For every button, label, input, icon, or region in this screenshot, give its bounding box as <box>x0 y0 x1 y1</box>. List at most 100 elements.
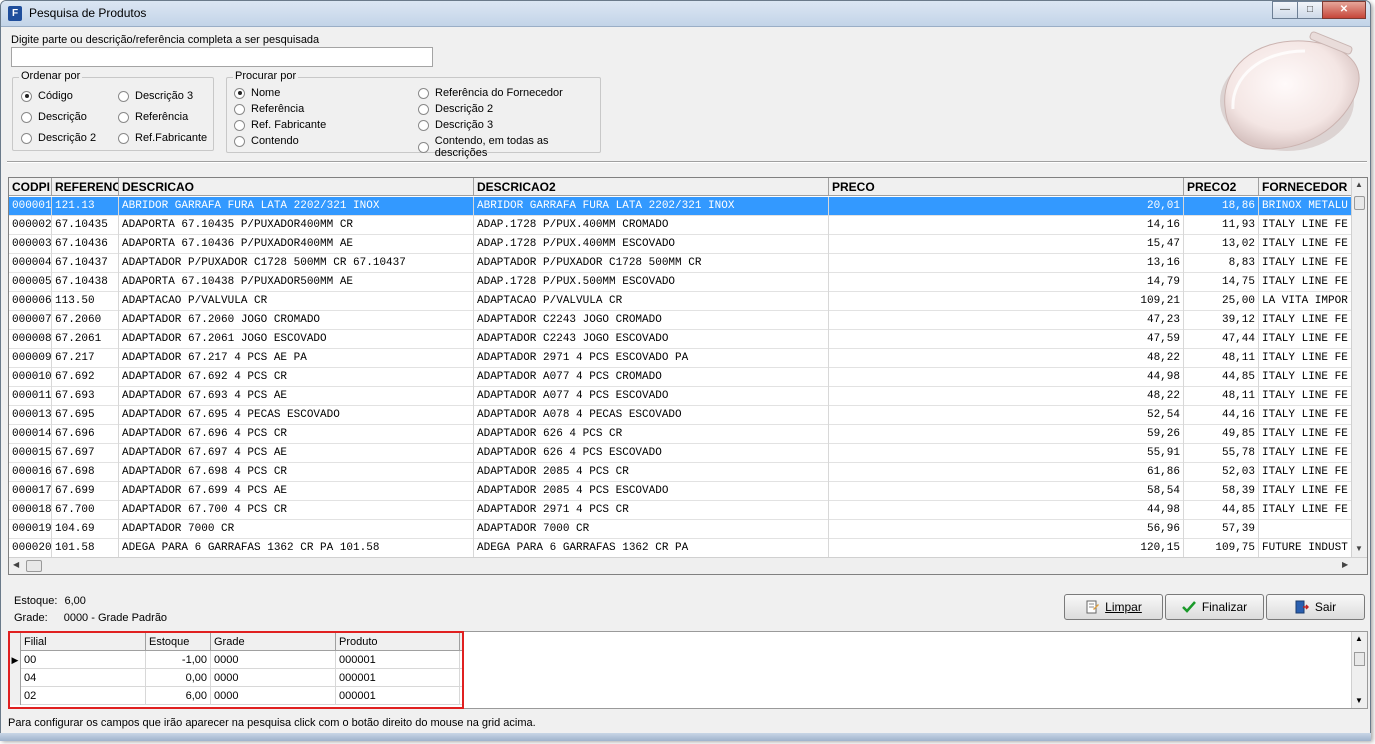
limpar-button[interactable]: Limpar <box>1064 594 1163 620</box>
cell-preco2[interactable]: 8,83 <box>1184 254 1259 273</box>
scroll-down-icon[interactable]: ▼ <box>1355 544 1363 553</box>
cell-fornecedor[interactable]: ITALY LINE FE <box>1259 406 1352 425</box>
cell-fornecedor[interactable]: ITALY LINE FE <box>1259 463 1352 482</box>
table-row[interactable]: 02 6,00 0000 000001 <box>10 687 462 705</box>
order-by-codigo-radio[interactable]: Código <box>21 90 73 102</box>
cell-referencia[interactable]: 67.2060 <box>52 311 119 330</box>
stock-grid[interactable]: Filial Estoque Grade Produto ▶ 00 -1,00 000… <box>8 631 464 709</box>
cell-descricao2[interactable]: ADAP.1728 P/PUX.400MM ESCOVADO <box>474 235 829 254</box>
cell-descricao2[interactable]: ADAPTACAO P/VALVULA CR <box>474 292 829 311</box>
cell-codpi[interactable]: 000010 <box>9 368 52 387</box>
grid-horizontal-scrollbar[interactable]: ◀ ▶ <box>9 557 1367 574</box>
cell-codpi[interactable]: 000015 <box>9 444 52 463</box>
scroll-up-icon[interactable]: ▲ <box>1355 180 1363 189</box>
cell-descricao2[interactable]: ADAPTADOR 7000 CR <box>474 520 829 539</box>
cell-grade[interactable]: 0000 <box>211 687 336 705</box>
table-row[interactable]: 000007 67.2060 ADAPTADOR 67.2060 JOGO CROM… <box>9 311 1352 330</box>
cell-preco2[interactable]: 109,75 <box>1184 539 1259 558</box>
cell-fornecedor[interactable]: ITALY LINE FE <box>1259 501 1352 520</box>
table-row[interactable]: 000013 67.695 ADAPTADOR 67.695 4 PECAS ESC… <box>9 406 1352 425</box>
cell-descricao[interactable]: ADAPTADOR 67.2060 JOGO CROMADO <box>119 311 474 330</box>
cell-descricao2[interactable]: ADAPTADOR A077 4 PCS CROMADO <box>474 368 829 387</box>
column-header-filial[interactable]: Filial <box>21 633 146 651</box>
scroll-thumb[interactable] <box>1354 196 1365 210</box>
cell-preco2[interactable]: 44,85 <box>1184 368 1259 387</box>
cell-codpi[interactable]: 000019 <box>9 520 52 539</box>
column-header-preco[interactable]: PRECO <box>829 178 1184 196</box>
cell-referencia[interactable]: 67.699 <box>52 482 119 501</box>
cell-preco[interactable]: 120,15 <box>829 539 1184 558</box>
cell-descricao2[interactable]: ADAPTADOR P/PUXADOR C1728 500MM CR <box>474 254 829 273</box>
cell-descricao[interactable]: ADAPORTA 67.10436 P/PUXADOR400MM AE <box>119 235 474 254</box>
stock-grid-scrollbar[interactable]: ▲ ▼ <box>1351 632 1367 708</box>
cell-preco2[interactable]: 48,11 <box>1184 387 1259 406</box>
cell-preco2[interactable]: 14,75 <box>1184 273 1259 292</box>
cell-fornecedor[interactable]: ITALY LINE FE <box>1259 482 1352 501</box>
cell-grade[interactable]: 0000 <box>211 651 336 669</box>
cell-codpi[interactable]: 000016 <box>9 463 52 482</box>
finalizar-button[interactable]: Finalizar <box>1165 594 1264 620</box>
cell-referencia[interactable]: 67.693 <box>52 387 119 406</box>
cell-referencia[interactable]: 67.10436 <box>52 235 119 254</box>
table-row[interactable]: 000001 121.13 ABRIDOR GARRAFA FURA LATA 22… <box>9 197 1352 216</box>
cell-descricao[interactable]: ADAPTADOR 67.699 4 PCS AE <box>119 482 474 501</box>
table-row[interactable]: 04 0,00 0000 000001 <box>10 669 462 687</box>
cell-referencia[interactable]: 67.10435 <box>52 216 119 235</box>
table-row[interactable]: 000010 67.692 ADAPTADOR 67.692 4 PCS CR ADA… <box>9 368 1352 387</box>
cell-descricao[interactable]: ADAPTADOR 67.696 4 PCS CR <box>119 425 474 444</box>
cell-fornecedor[interactable]: LA VITA IMPOR <box>1259 292 1352 311</box>
grid-vertical-scrollbar[interactable]: ▲ ▼ <box>1351 178 1367 558</box>
scroll-down-icon[interactable]: ▼ <box>1355 696 1363 705</box>
cell-fornecedor[interactable]: FUTURE INDUST <box>1259 539 1352 558</box>
column-header-descricao[interactable]: DESCRICAO <box>119 178 474 196</box>
table-row[interactable]: 000003 67.10436 ADAPORTA 67.10436 P/PUXADO… <box>9 235 1352 254</box>
cell-descricao[interactable]: ADAPORTA 67.10438 P/PUXADOR500MM AE <box>119 273 474 292</box>
cell-referencia[interactable]: 67.698 <box>52 463 119 482</box>
search-by-ref-fornecedor-radio[interactable]: Referência do Fornecedor <box>418 87 563 99</box>
cell-preco[interactable]: 52,54 <box>829 406 1184 425</box>
table-row[interactable]: 000002 67.10435 ADAPORTA 67.10435 P/PUXADO… <box>9 216 1352 235</box>
search-by-nome-radio[interactable]: Nome <box>234 87 280 99</box>
scroll-thumb[interactable] <box>26 560 42 572</box>
table-row[interactable]: 000006 113.50 ADAPTACAO P/VALVULA CR ADAPTA… <box>9 292 1352 311</box>
cell-codpi[interactable]: 000005 <box>9 273 52 292</box>
cell-fornecedor[interactable]: ITALY LINE FE <box>1259 254 1352 273</box>
scroll-thumb[interactable] <box>1354 652 1365 666</box>
column-header-referencia[interactable]: REFERENC <box>52 178 119 196</box>
cell-descricao2[interactable]: ADAPTADOR A078 4 PECAS ESCOVADO <box>474 406 829 425</box>
maximize-button[interactable]: □ <box>1297 1 1323 19</box>
search-by-descricao2-radio[interactable]: Descrição 2 <box>418 103 493 115</box>
cell-preco2[interactable]: 18,86 <box>1184 197 1259 216</box>
scroll-up-icon[interactable]: ▲ <box>1355 634 1363 643</box>
cell-filial[interactable]: 04 <box>21 669 146 687</box>
sair-button[interactable]: Sair <box>1266 594 1365 620</box>
table-row[interactable]: 000011 67.693 ADAPTADOR 67.693 4 PCS AE ADA… <box>9 387 1352 406</box>
cell-fornecedor[interactable]: ITALY LINE FE <box>1259 311 1352 330</box>
cell-fornecedor[interactable]: ITALY LINE FE <box>1259 216 1352 235</box>
order-by-descricao3-radio[interactable]: Descrição 3 <box>118 90 193 102</box>
search-by-contendo-radio[interactable]: Contendo <box>234 135 299 147</box>
cell-descricao2[interactable]: ADAP.1728 P/PUX.500MM ESCOVADO <box>474 273 829 292</box>
table-row[interactable]: 000020 101.58 ADEGA PARA 6 GARRAFAS 1362 C… <box>9 539 1352 558</box>
cell-descricao[interactable]: ADAPTADOR 67.698 4 PCS CR <box>119 463 474 482</box>
cell-preco[interactable]: 13,16 <box>829 254 1184 273</box>
cell-codpi[interactable]: 000014 <box>9 425 52 444</box>
cell-referencia[interactable]: 121.13 <box>52 197 119 216</box>
cell-preco2[interactable]: 44,16 <box>1184 406 1259 425</box>
scroll-left-icon[interactable]: ◀ <box>13 560 19 569</box>
cell-descricao[interactable]: ADAPTADOR 67.697 4 PCS AE <box>119 444 474 463</box>
cell-descricao2[interactable]: ADAPTADOR 626 4 PCS CR <box>474 425 829 444</box>
cell-preco2[interactable]: 47,44 <box>1184 330 1259 349</box>
cell-estoque[interactable]: 6,00 <box>146 687 211 705</box>
cell-preco2[interactable]: 44,85 <box>1184 501 1259 520</box>
cell-descricao2[interactable]: ADEGA PARA 6 GARRAFAS 1362 CR PA <box>474 539 829 558</box>
cell-descricao2[interactable]: ABRIDOR GARRAFA FURA LATA 2202/321 INOX <box>474 197 829 216</box>
cell-preco2[interactable]: 52,03 <box>1184 463 1259 482</box>
cell-codpi[interactable]: 000003 <box>9 235 52 254</box>
search-by-contendo-todas-radio[interactable]: Contendo, em todas as descrições <box>418 135 600 159</box>
table-row[interactable]: 000017 67.699 ADAPTADOR 67.699 4 PCS AE ADA… <box>9 482 1352 501</box>
cell-descricao[interactable]: ADAPTADOR 67.695 4 PECAS ESCOVADO <box>119 406 474 425</box>
search-by-descricao3-radio[interactable]: Descrição 3 <box>418 119 493 131</box>
scroll-right-icon[interactable]: ▶ <box>1342 560 1348 569</box>
cell-preco[interactable]: 47,59 <box>829 330 1184 349</box>
